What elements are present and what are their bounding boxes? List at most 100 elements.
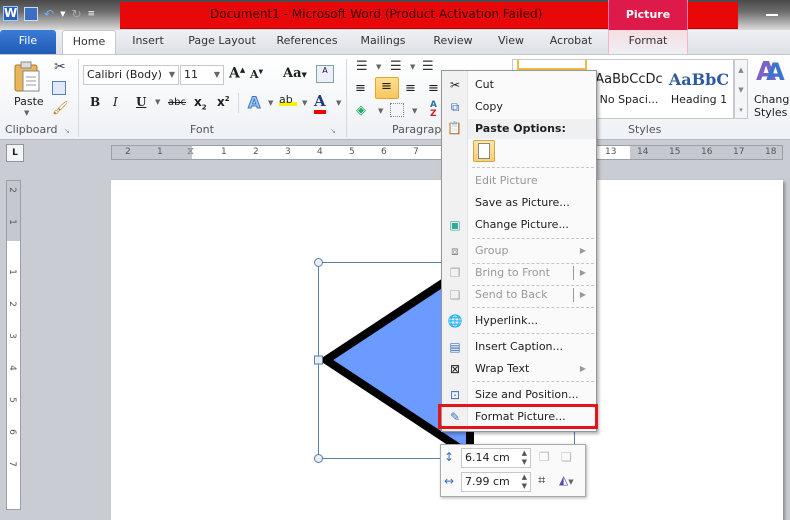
- chevron-down-icon[interactable]: ▼: [336, 99, 341, 107]
- spin-arrows-icon[interactable]: ▲ ▼: [522, 449, 527, 467]
- tab-page-layout[interactable]: Page Layout: [182, 30, 262, 54]
- menu-item-size-and-position[interactable]: ⊡ Size and Position...: [442, 384, 596, 406]
- picture-tools-label: Picture Tools: [608, 0, 688, 51]
- undo-dropdown-icon[interactable]: ▼: [60, 10, 65, 18]
- superscript-button[interactable]: x2: [217, 95, 230, 109]
- chevron-down-icon[interactable]: ▼: [412, 107, 417, 115]
- vertical-ruler[interactable]: 2 1 1 2 3 4 5 6 7: [6, 180, 21, 510]
- resize-handle[interactable]: [314, 454, 323, 463]
- crop-icon[interactable]: ⌗: [538, 473, 545, 488]
- grow-font-icon[interactable]: A▲: [229, 65, 245, 82]
- tab-insert[interactable]: Insert: [128, 30, 168, 54]
- text-effects-icon[interactable]: A: [247, 93, 260, 113]
- highlight-icon[interactable]: ab: [279, 93, 297, 106]
- menu-item-wrap-text[interactable]: ⊠ Wrap Text ▶: [442, 358, 596, 380]
- menu-item-bring-to-front[interactable]: ❐ Bring to Front ▶: [442, 262, 596, 284]
- scroll-down-icon[interactable]: ▼: [735, 80, 747, 100]
- borders-icon[interactable]: [390, 103, 404, 117]
- menu-item-save-as-picture[interactable]: Save as Picture...: [442, 192, 596, 214]
- tab-mailings[interactable]: Mailings: [354, 30, 412, 54]
- numbering-icon[interactable]: ☰: [390, 59, 402, 74]
- menu-item-cut[interactable]: ✂ Cut: [442, 74, 596, 96]
- paste-dropdown-icon[interactable]: ▼: [24, 109, 29, 117]
- subscript-button[interactable]: x2: [194, 95, 207, 111]
- shrink-font-icon[interactable]: A▼: [250, 68, 263, 81]
- tab-home[interactable]: Home: [62, 30, 116, 54]
- tab-acrobat[interactable]: Acrobat: [542, 30, 600, 54]
- font-launcher-icon[interactable]: ↘: [330, 127, 336, 135]
- menu-item-edit-picture[interactable]: Edit Picture: [442, 170, 596, 192]
- style-heading-1[interactable]: AaBbC Heading 1: [663, 60, 735, 118]
- tab-references[interactable]: References: [274, 30, 340, 54]
- resize-handle[interactable]: [314, 355, 323, 365]
- align-left-icon[interactable]: ≡: [355, 81, 366, 96]
- tab-view[interactable]: View: [492, 30, 530, 54]
- change-case-button[interactable]: Aa▼: [283, 66, 307, 81]
- underline-button[interactable]: U: [136, 95, 146, 109]
- send-backward-icon[interactable]: ❏: [561, 450, 572, 464]
- shape-height-input[interactable]: 6.14 cm ▲ ▼: [461, 448, 531, 468]
- scroll-up-icon[interactable]: ▲: [735, 60, 747, 80]
- chevron-down-icon[interactable]: ▼: [410, 63, 415, 71]
- font-size-combo[interactable]: 11 ▼: [180, 65, 224, 85]
- format-painter-icon[interactable]: 🖌: [52, 101, 69, 116]
- indent-marker-icon[interactable]: ⧖: [187, 146, 194, 157]
- undo-icon[interactable]: ↶: [44, 7, 54, 21]
- align-right-icon[interactable]: ≡: [405, 81, 416, 96]
- strikethrough-button[interactable]: abc: [168, 97, 186, 108]
- rotate-icon[interactable]: ◭▼: [559, 473, 574, 487]
- ruler-tick-label: 15: [669, 147, 681, 157]
- ruler-tick-label: 6: [6, 429, 17, 435]
- clipboard-launcher-icon[interactable]: ↘: [64, 127, 70, 135]
- normal-style-item[interactable]: [517, 60, 587, 70]
- chevron-down-icon[interactable]: ▼: [214, 66, 220, 84]
- menu-item-change-picture[interactable]: ▣ Change Picture...: [442, 214, 596, 236]
- spin-arrows-icon[interactable]: ▲ ▼: [522, 473, 527, 491]
- style-no-spacing[interactable]: AaBbCcDc No Spaci...: [593, 60, 665, 118]
- change-styles-icon[interactable]: AA: [756, 57, 785, 87]
- menu-label: Insert Caption...: [475, 340, 564, 353]
- bullets-icon[interactable]: ☰: [356, 59, 368, 74]
- bold-button[interactable]: B: [90, 95, 100, 109]
- change-styles-button[interactable]: ChangeStyles: [754, 93, 790, 119]
- resize-handle[interactable]: [314, 258, 323, 267]
- minimize-button[interactable]: [766, 14, 778, 16]
- more-styles-icon[interactable]: ▾: [735, 100, 747, 120]
- copy-icon[interactable]: [52, 81, 66, 95]
- menu-item-hyperlink[interactable]: 🌐 Hyperlink...: [442, 310, 596, 332]
- chevron-down-icon[interactable]: ▼: [378, 107, 383, 115]
- customize-qat-icon[interactable]: ≡: [88, 9, 96, 19]
- paste-button[interactable]: [10, 59, 44, 95]
- shape-width-input[interactable]: 7.99 cm ▲ ▼: [461, 472, 531, 492]
- menu-item-send-to-back[interactable]: ❏ Send to Back ▶: [442, 284, 596, 306]
- chevron-down-icon[interactable]: ▼: [376, 63, 381, 71]
- styles-scroll[interactable]: ▲ ▼ ▾: [734, 59, 748, 119]
- word-logo-icon[interactable]: W: [3, 6, 18, 21]
- bring-forward-icon[interactable]: ❐: [539, 450, 550, 464]
- tab-file[interactable]: File: [0, 30, 56, 54]
- cut-icon[interactable]: ✂: [54, 59, 66, 75]
- chevron-down-icon[interactable]: ▼: [302, 99, 307, 107]
- sort-icon[interactable]: AZ: [430, 101, 437, 119]
- italic-button[interactable]: I: [113, 95, 118, 109]
- font-color-icon[interactable]: A: [314, 92, 326, 114]
- clear-formatting-icon[interactable]: A: [316, 65, 334, 83]
- font-name-combo[interactable]: Calibri (Body) ▼: [83, 65, 179, 85]
- save-icon[interactable]: [24, 6, 38, 21]
- chevron-down-icon[interactable]: ▼: [169, 66, 175, 84]
- paste-label[interactable]: Paste: [14, 95, 44, 108]
- redo-icon[interactable]: ↻: [71, 7, 81, 21]
- tab-selector[interactable]: L: [6, 144, 24, 162]
- tab-format[interactable]: Format: [608, 30, 688, 54]
- multilevel-list-icon[interactable]: ☰: [422, 59, 434, 74]
- underline-dropdown-icon[interactable]: ▼: [155, 98, 160, 106]
- menu-item-group[interactable]: ⧈ Group ▶: [442, 240, 596, 262]
- paste-keep-formatting-button[interactable]: [473, 140, 495, 162]
- shading-icon[interactable]: ◈: [356, 103, 366, 118]
- menu-item-copy[interactable]: ⧉ Copy: [442, 96, 596, 118]
- tab-review[interactable]: Review: [428, 30, 478, 54]
- menu-item-insert-caption[interactable]: ▤ Insert Caption...: [442, 336, 596, 358]
- justify-icon[interactable]: ≡: [428, 81, 439, 96]
- align-center-button[interactable]: ≡: [375, 77, 399, 99]
- chevron-down-icon[interactable]: ▼: [268, 99, 273, 107]
